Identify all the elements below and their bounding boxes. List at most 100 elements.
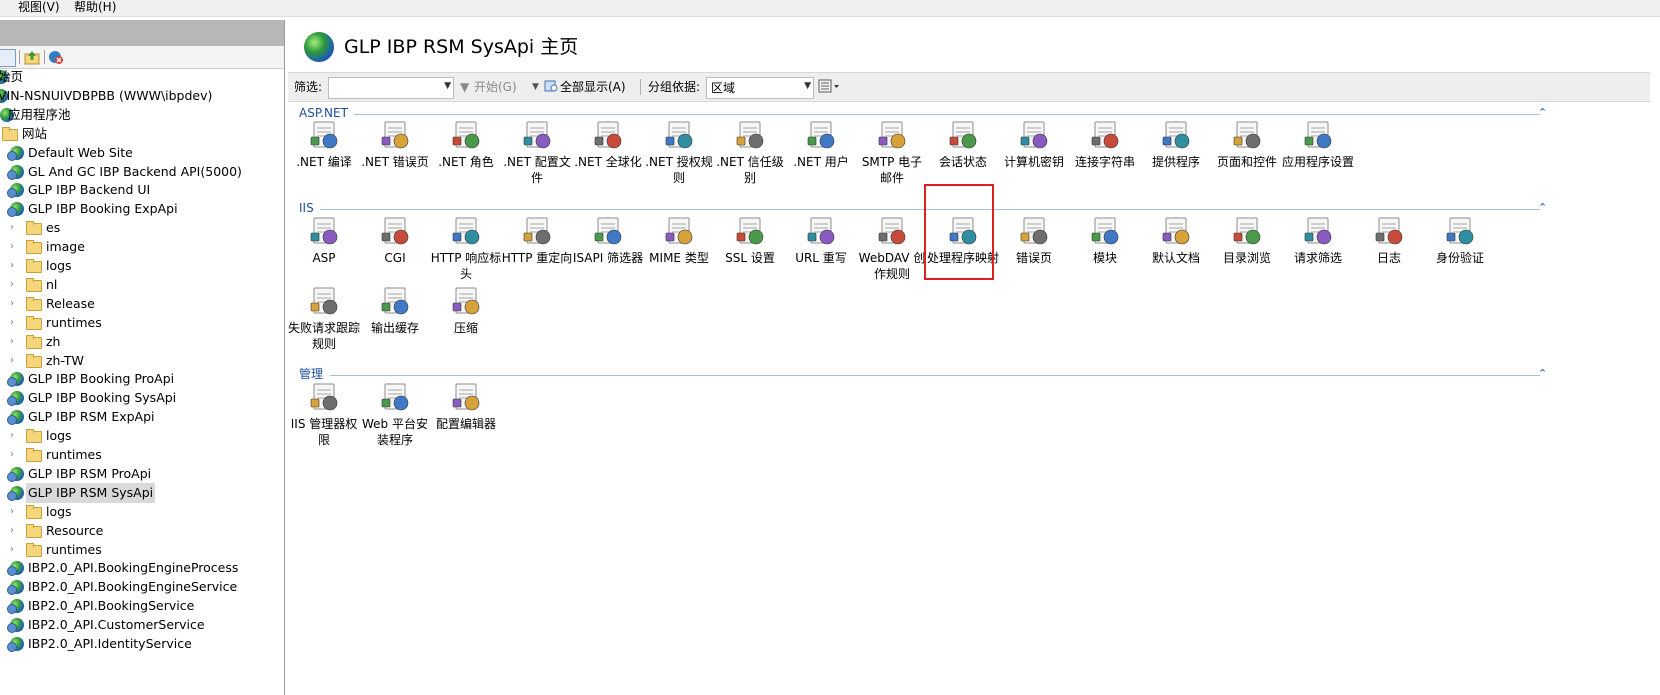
save-connection-icon[interactable] [0,49,16,67]
tree-node[interactable]: › zh-TW [0,351,284,371]
feature-item[interactable]: .NET 授权规则 [643,119,715,193]
expand-chevron-icon[interactable]: › [10,540,20,560]
tree-node[interactable]: › image [0,237,284,257]
feature-item[interactable]: .NET 编译 [288,119,360,193]
tree-node[interactable]: IBP2.0_API.IdentityService [0,634,284,654]
expand-chevron-icon[interactable]: › [10,294,20,314]
feature-item[interactable]: .NET 全球化 [572,119,644,193]
tree-node[interactable]: GLP IBP Backend UI [0,180,284,200]
group-by-select[interactable]: 区域 ▼ [706,77,814,99]
expand-chevron-icon[interactable]: › [10,521,20,541]
folder-icon [26,334,42,349]
tree-node[interactable]: › logs [0,426,284,446]
tree-node[interactable]: VIN-NSNUIVDBPBB (WWW\ibpdev) [0,86,284,106]
tree-node[interactable]: GLP IBP RSM ProApi [0,464,284,484]
feature-item[interactable]: 目录浏览 [1211,215,1283,289]
up-folder-icon[interactable] [24,49,40,65]
feature-item[interactable]: .NET 配置文件 [501,119,573,193]
feature-item[interactable]: 提供程序 [1140,119,1212,193]
feature-item[interactable]: .NET 错误页 [359,119,431,193]
feature-item[interactable]: 会话状态 [927,119,999,193]
feature-item[interactable]: SSL 设置 [714,215,786,289]
feature-item[interactable]: 身份验证 [1424,215,1496,289]
expand-chevron-icon[interactable]: › [10,502,20,522]
feature-item[interactable]: HTTP 重定向 [501,215,573,289]
feature-item[interactable]: 应用程序设置 [1282,119,1354,193]
tree-node[interactable]: › zh [0,332,284,352]
feature-item[interactable]: 默认文档 [1140,215,1212,289]
tree-node[interactable]: GLP IBP RSM SysApi [0,482,284,503]
collapse-icon[interactable]: ⌃ [1538,368,1547,380]
tree-node[interactable]: › runtimes [0,540,284,560]
feature-item[interactable]: ASP [288,215,360,289]
tree-node[interactable]: IBP2.0_API.BookingEngineProcess [0,558,284,578]
expand-chevron-icon[interactable]: › [10,332,20,352]
expand-chevron-icon[interactable]: › [10,218,20,238]
tree-node[interactable]: GLP IBP RSM ExpApi [0,407,284,427]
tree-node[interactable]: GLP IBP Booking ProApi [0,369,284,389]
tree-node[interactable]: › runtimes [0,445,284,465]
show-all-button[interactable]: 全部显示(A) [560,73,626,101]
tree-node[interactable]: 应用程序池 [0,105,284,125]
tree-node[interactable]: IBP2.0_API.BookingEngineService [0,577,284,597]
expand-chevron-icon[interactable]: › [10,256,20,276]
expand-chevron-icon[interactable]: › [10,351,20,371]
view-mode-icon[interactable] [818,73,840,101]
feature-item[interactable]: CGI [359,215,431,289]
tree-node[interactable]: › nl [0,275,284,295]
feature-item[interactable]: 日志 [1353,215,1425,289]
tree-node[interactable]: GLP IBP Booking ExpApi [0,199,284,219]
expand-chevron-icon[interactable]: › [10,426,20,446]
feature-item[interactable]: ISAPI 筛选器 [572,215,644,289]
feature-item[interactable]: .NET 信任级别 [714,119,786,193]
tree-node[interactable]: › Resource [0,521,284,541]
feature-item[interactable]: 压缩 [430,285,502,359]
collapse-icon[interactable]: ⌃ [1538,202,1547,214]
collapse-icon[interactable]: ⌃ [1538,107,1547,119]
feature-item[interactable]: SMTP 电子邮件 [856,119,928,193]
feature-item[interactable]: 错误页 [998,215,1070,289]
feature-item[interactable]: .NET 角色 [430,119,502,193]
expand-chevron-icon[interactable]: › [10,445,20,465]
feature-item[interactable]: 失败请求跟踪规则 [288,285,360,359]
feature-item[interactable]: 连接字符串 [1069,119,1141,193]
expand-chevron-icon[interactable]: › [10,313,20,333]
feature-item[interactable]: 页面和控件 [1211,119,1283,193]
tree-node[interactable]: GL And GC IBP Backend API(5000) [0,162,284,182]
tree-node-label: logs [46,503,72,519]
tree-node[interactable]: › es [0,218,284,238]
feature-item[interactable]: WebDAV 创作规则 [856,215,928,289]
feature-item[interactable]: 模块 [1069,215,1141,289]
menu-help[interactable]: 帮助(H) [74,0,116,14]
vertical-scrollbar[interactable] [1650,20,1660,695]
feature-item[interactable]: 计算机密钥 [998,119,1070,193]
feature-label: ISAPI 筛选器 [572,251,644,265]
menu-view[interactable]: 视图(V) [18,0,60,14]
feature-item[interactable]: 输出缓存 [359,285,431,359]
tree-node[interactable]: GLP IBP Booking SysApi [0,388,284,408]
feature-item[interactable]: HTTP 响应标头 [430,215,502,289]
tree-node[interactable]: › runtimes [0,313,284,333]
start-filter-button[interactable]: 开始(G) [474,73,517,101]
tree-node[interactable]: Default Web Site [0,143,284,163]
tree-node[interactable]: 网站 [0,124,284,144]
disconnect-icon[interactable] [48,49,64,65]
expand-chevron-icon[interactable]: › [10,237,20,257]
feature-item[interactable]: 请求筛选 [1282,215,1354,289]
feature-item[interactable]: .NET 用户 [785,119,857,193]
tree-node[interactable]: › logs [0,256,284,276]
tree-node[interactable]: 始页 [0,67,284,87]
feature-item[interactable]: MIME 类型 [643,215,715,289]
feature-item[interactable]: IIS 管理器权限 [288,381,360,455]
filter-input[interactable]: ▼ [328,77,454,99]
tree-node[interactable]: IBP2.0_API.BookingService [0,596,284,616]
tree-node[interactable]: › logs [0,502,284,522]
feature-item[interactable]: URL 重写 [785,215,857,289]
filter-bar: 筛选: ▼ ▼ 开始(G) ▼ 全部显示(A) 分组依据: 区域 ▼ [288,72,1660,102]
expand-chevron-icon[interactable]: › [10,275,20,295]
feature-item[interactable]: Web 平台安装程序 [359,381,431,455]
tree-node[interactable]: › Release [0,294,284,314]
tree-node[interactable]: IBP2.0_API.CustomerService [0,615,284,635]
feature-label: 页面和控件 [1216,155,1277,169]
feature-item[interactable]: 配置编辑器 [430,381,502,455]
